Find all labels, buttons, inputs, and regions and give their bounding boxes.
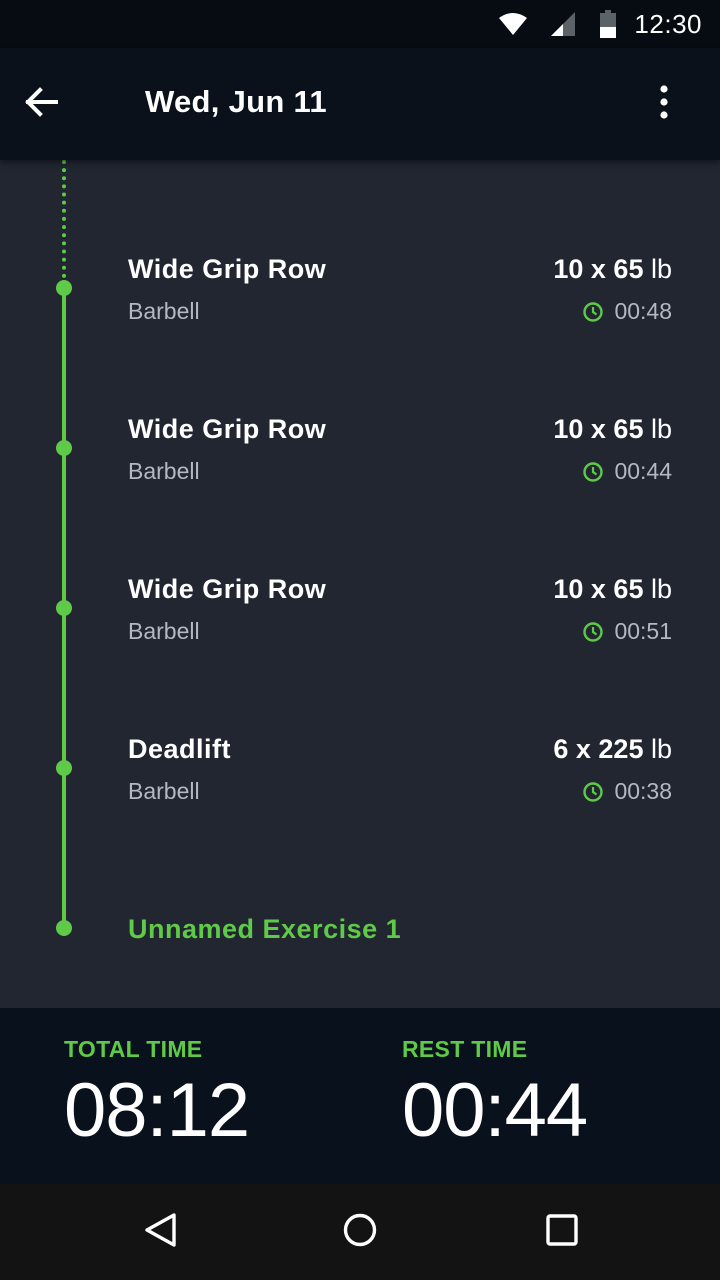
exercise-name: Wide Grip Row <box>128 574 327 604</box>
signal-icon <box>550 11 576 37</box>
exercise-reps: 10 <box>553 414 584 444</box>
exercise-sets: 10 x 65 lb <box>553 414 672 444</box>
exercise-sets: 10 x 65 lb <box>553 254 672 284</box>
home-circle-icon <box>342 1212 378 1253</box>
exercise-equipment: Barbell <box>128 618 200 644</box>
exercise-entry[interactable]: Wide Grip Row Barbell 10 x 65 lb 00:48 <box>128 254 672 344</box>
back-triangle-icon <box>142 1212 178 1253</box>
total-time-value: 08:12 <box>64 1068 250 1153</box>
exercise-equipment: Barbell <box>128 458 200 484</box>
timeline-node-current <box>56 920 72 936</box>
next-exercise-label[interactable]: Unnamed Exercise 1 <box>128 914 401 945</box>
exercise-equipment: Barbell <box>128 298 200 324</box>
exercise-sets: 6 x 225 lb <box>553 734 672 764</box>
exercise-weight: 65 <box>613 414 644 444</box>
exercise-weight: 225 <box>598 734 644 764</box>
clock-icon <box>582 301 614 323</box>
overflow-menu-button[interactable] <box>644 84 684 124</box>
exercise-rest-time: 00:51 <box>582 618 672 645</box>
status-icons: 12:30 <box>498 0 702 48</box>
exercise-name: Deadlift <box>128 734 232 764</box>
timeline-node <box>56 440 72 456</box>
rest-time-value: 00:44 <box>614 458 672 484</box>
timer-footer: TOTAL TIME 08:12 REST TIME 00:44 <box>0 1008 720 1184</box>
timeline-node <box>56 600 72 616</box>
nav-recents-button[interactable] <box>538 1208 586 1256</box>
exercise-rest-time: 00:44 <box>582 458 672 485</box>
exercise-unit: lb <box>650 414 672 444</box>
battery-icon <box>600 10 617 38</box>
rest-time-value: 00:48 <box>614 298 672 324</box>
exercise-name: Wide Grip Row <box>128 414 327 444</box>
exercise-unit: lb <box>650 254 672 284</box>
app-bar: Wed, Jun 11 <box>0 48 720 160</box>
timeline-segment <box>62 448 66 608</box>
page-title: Wed, Jun 11 <box>145 84 327 119</box>
arrow-left-icon <box>24 86 58 122</box>
clock-icon <box>582 781 614 803</box>
rest-time-block: REST TIME 00:44 <box>402 1036 588 1153</box>
exercise-unit: lb <box>650 734 672 764</box>
exercise-rest-time: 00:38 <box>582 778 672 805</box>
status-bar: 12:30 <box>0 0 720 48</box>
timeline-node <box>56 760 72 776</box>
rest-time-value-large: 00:44 <box>402 1068 588 1153</box>
status-clock: 12:30 <box>634 8 702 39</box>
timeline-segment <box>62 608 66 768</box>
exercise-weight: 65 <box>613 254 644 284</box>
total-time-block: TOTAL TIME 08:12 <box>64 1036 250 1153</box>
exercise-unit: lb <box>650 574 672 604</box>
clock-icon <box>582 461 614 483</box>
clock-icon <box>582 621 614 643</box>
recents-square-icon <box>544 1212 580 1253</box>
timeline-segment <box>62 768 66 928</box>
exercise-reps: 6 <box>553 734 569 764</box>
nav-back-button[interactable] <box>136 1208 184 1256</box>
exercise-rest-time: 00:48 <box>582 298 672 325</box>
exercise-weight: 65 <box>613 574 644 604</box>
back-button[interactable] <box>24 80 88 128</box>
rest-time-label: REST TIME <box>402 1036 528 1062</box>
exercise-entry[interactable]: Deadlift Barbell 6 x 225 lb 00:38 <box>128 734 672 824</box>
nav-home-button[interactable] <box>336 1208 384 1256</box>
exercise-sets: 10 x 65 lb <box>553 574 672 604</box>
rest-time-value: 00:38 <box>614 778 672 804</box>
more-vert-icon <box>660 84 668 124</box>
exercise-equipment: Barbell <box>128 778 200 804</box>
timeline-node <box>56 280 72 296</box>
rest-time-value: 00:51 <box>614 618 672 644</box>
exercise-entry[interactable]: Wide Grip Row Barbell 10 x 65 lb 00:51 <box>128 574 672 664</box>
exercise-entry[interactable]: Wide Grip Row Barbell 10 x 65 lb 00:44 <box>128 414 672 504</box>
exercise-reps: 10 <box>553 574 584 604</box>
wifi-icon <box>498 12 528 36</box>
exercise-reps: 10 <box>553 254 584 284</box>
system-nav-bar <box>0 1184 720 1280</box>
timeline-dotted-line <box>62 160 66 278</box>
total-time-label: TOTAL TIME <box>64 1036 203 1062</box>
timeline-segment <box>62 288 66 448</box>
workout-timeline: Wide Grip Row Barbell 10 x 65 lb 00:48 W… <box>0 160 720 1008</box>
exercise-name: Wide Grip Row <box>128 254 327 284</box>
